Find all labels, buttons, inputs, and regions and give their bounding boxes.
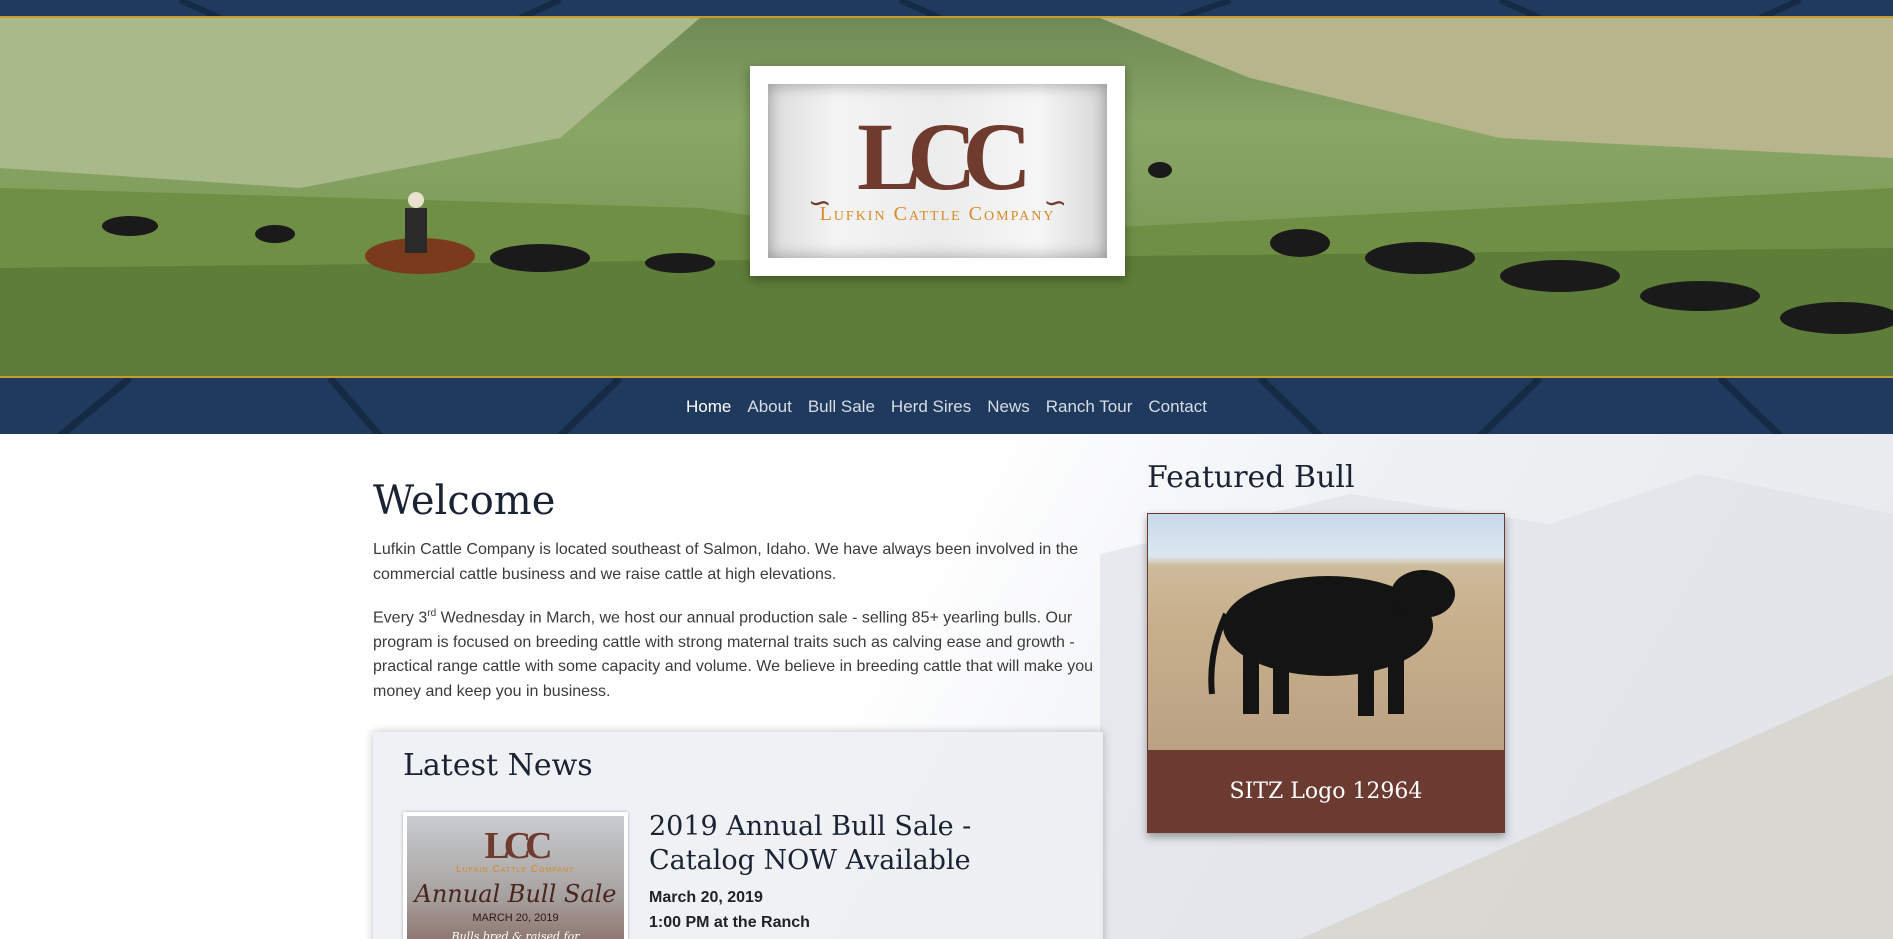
bull-photo	[1148, 514, 1504, 750]
nav-links: Home About Bull Sale Herd Sires News Ran…	[0, 378, 1893, 434]
para2-rest: Wednesday in March, we host our annual p…	[373, 609, 1094, 700]
featured-bull-heading: Featured Bull	[1147, 460, 1355, 495]
thumb-brand: Lufkin Cattle Company	[456, 864, 575, 875]
welcome-heading: Welcome	[373, 478, 556, 524]
nav-item-contact[interactable]: Contact	[1140, 397, 1215, 417]
featured-bull-card[interactable]: SITZ Logo 12964	[1147, 513, 1505, 833]
welcome-section: Welcome Lufkin Cattle Company is located…	[373, 478, 1113, 719]
news-item-title[interactable]: 2019 Annual Bull Sale - Catalog NOW Avai…	[649, 810, 1069, 878]
nav-item-home[interactable]: Home	[678, 397, 739, 417]
news-item-meta: March 20, 2019 1:00 PM at the Ranch	[649, 886, 810, 935]
logo-monogram: LCC	[857, 102, 1032, 210]
welcome-paragraph-1: Lufkin Cattle Company is located southea…	[373, 541, 1079, 583]
thumb-sale-title: Annual Bull Sale	[414, 880, 617, 908]
header-top-strip	[0, 0, 1893, 18]
scroll-ornament-right-icon: ∽	[1043, 187, 1067, 218]
thumb-monogram: LCC	[484, 825, 552, 867]
welcome-paragraph-2: Every 3rd Wednesday in March, we host ou…	[373, 602, 1113, 704]
latest-news-panel: Latest News LCC Lufkin Cattle Company An…	[373, 732, 1103, 939]
scroll-ornament-left-icon: ∽	[808, 187, 832, 218]
wood-texture	[178, 0, 1802, 16]
news-item-date: March 20, 2019	[649, 889, 763, 906]
site-logo[interactable]: LCC Lufkin Cattle Company ∽ ∽	[750, 66, 1125, 276]
nav-item-bull-sale[interactable]: Bull Sale	[800, 397, 883, 417]
hero-image: LCC Lufkin Cattle Company ∽ ∽	[0, 18, 1893, 376]
nav-item-herd-sires[interactable]: Herd Sires	[883, 397, 979, 417]
para2-ordinal: rd	[427, 608, 437, 619]
latest-news-heading: Latest News	[403, 748, 593, 783]
bull-name: SITZ Logo 12964	[1229, 778, 1423, 804]
nav-item-about[interactable]: About	[739, 397, 799, 417]
logo-plaque: LCC Lufkin Cattle Company ∽ ∽	[768, 84, 1107, 258]
nav-item-ranch-tour[interactable]: Ranch Tour	[1038, 397, 1141, 417]
main-navigation: Home About Bull Sale Herd Sires News Ran…	[0, 376, 1893, 434]
bull-silhouette	[1208, 570, 1455, 716]
thumb-tagline: Bulls bred & raised for	[451, 930, 580, 939]
news-thumbnail[interactable]: LCC Lufkin Cattle Company Annual Bull Sa…	[403, 812, 628, 939]
logo-company-name: Lufkin Cattle Company	[819, 202, 1056, 225]
nav-item-news[interactable]: News	[979, 397, 1038, 417]
thumb-date: MARCH 20, 2019	[472, 912, 559, 924]
featured-bull-section: Featured Bull SITZ Logo 12964	[1147, 460, 1507, 833]
news-item-time: 1:00 PM at the Ranch	[649, 913, 810, 931]
para2-prefix: Every 3	[373, 609, 428, 627]
